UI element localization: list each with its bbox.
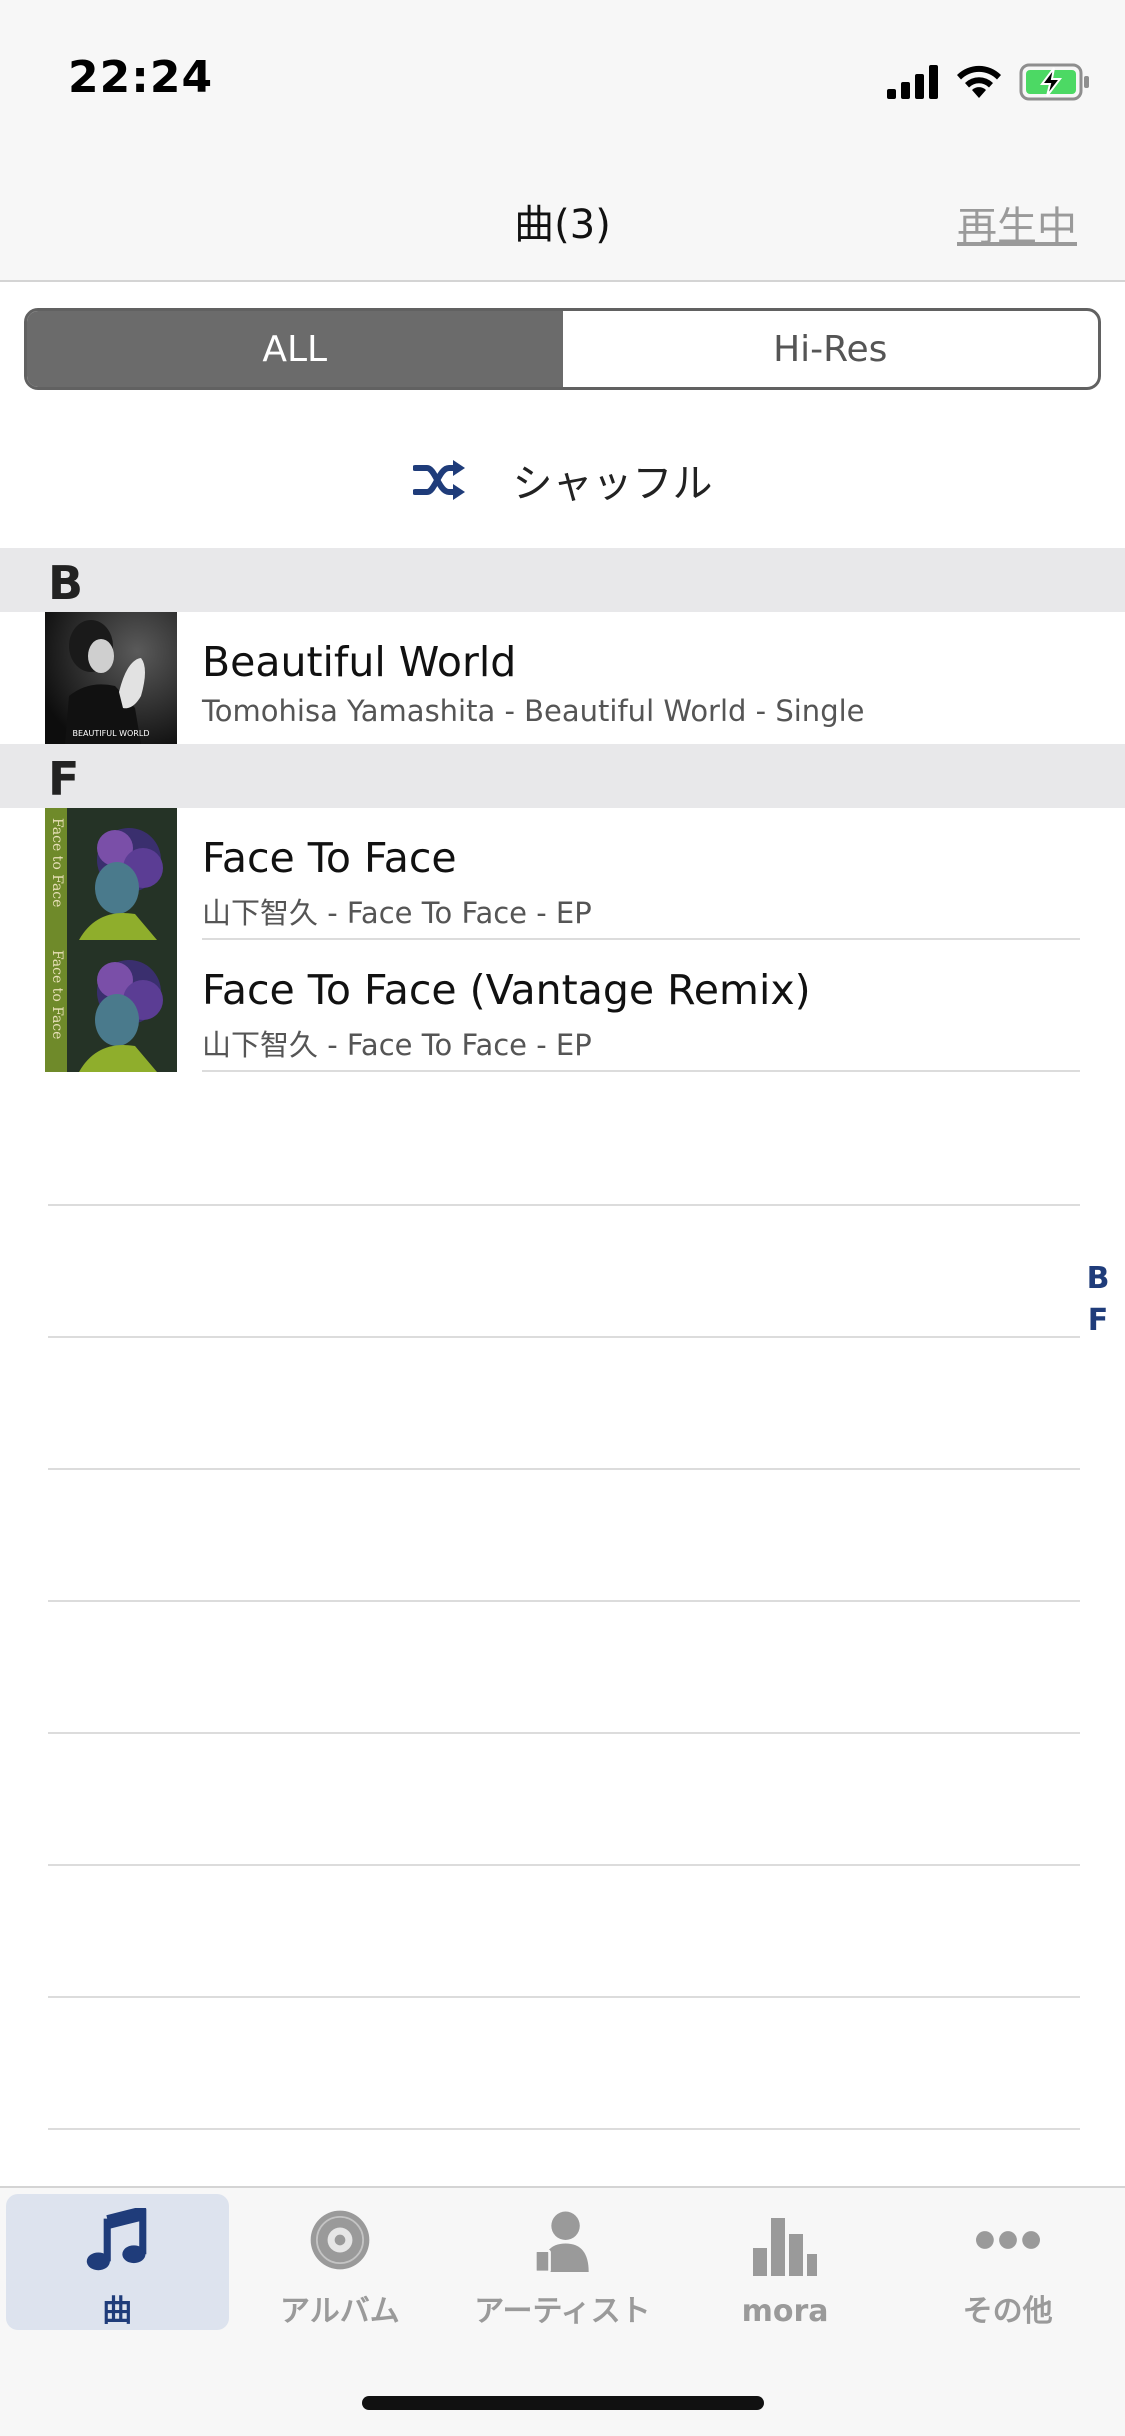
album-art: Face to Face <box>45 940 177 1072</box>
tab-albums[interactable]: アルバム <box>229 2194 452 2330</box>
section-letter: B <box>48 556 84 610</box>
song-row[interactable]: Face to Face Face To Face 山下智久 - Face To… <box>0 808 1125 940</box>
battery-charging-icon <box>1019 63 1089 101</box>
song-row[interactable]: BEAUTIFUL WORLD Beautiful World Tomohisa… <box>0 612 1125 744</box>
tab-artists[interactable]: アーティスト <box>451 2194 674 2330</box>
status-icons <box>887 62 1091 102</box>
tab-songs[interactable]: 曲 <box>6 2194 229 2330</box>
song-subtitle: 山下智久 - Face To Face - EP <box>202 1028 592 1062</box>
tab-label: アーティスト <box>474 2294 651 2329</box>
section-header-b: B <box>0 548 1125 612</box>
mora-icon <box>753 2218 818 2276</box>
navigation-bar: 曲(3) 再生中 <box>0 160 1125 282</box>
index-letter-b[interactable]: B <box>1083 1258 1113 1300</box>
shuffle-label: シャッフル <box>512 461 713 507</box>
song-title: Face To Face (Vantage Remix) <box>202 966 811 1014</box>
disc-icon <box>310 2210 370 2270</box>
empty-row-divider <box>48 1468 1080 1470</box>
now-playing-button[interactable]: 再生中 <box>957 194 1077 252</box>
album-art-caption: Face to Face <box>49 950 65 1039</box>
song-subtitle: Tomohisa Yamashita - Beautiful World - S… <box>202 694 865 728</box>
tab-mora[interactable]: mora <box>674 2194 897 2330</box>
status-time: 22:24 <box>68 52 214 103</box>
album-art: BEAUTIFUL WORLD <box>45 612 177 744</box>
tab-label: その他 <box>962 2294 1053 2329</box>
more-icon <box>975 2231 1040 2249</box>
shuffle-icon <box>412 460 465 500</box>
tab-label: 曲 <box>102 2294 133 2329</box>
artist-icon <box>534 2211 590 2272</box>
filter-segmented-control: ALL Hi-Res <box>24 308 1101 390</box>
album-art: Face to Face <box>45 808 177 940</box>
empty-row-divider <box>48 2128 1080 2130</box>
tab-label: mora <box>741 2294 829 2329</box>
song-title: Beautiful World <box>202 638 517 686</box>
song-subtitle: 山下智久 - Face To Face - EP <box>202 896 592 930</box>
cellular-signal-icon <box>887 65 938 99</box>
music-note-icon <box>87 2208 147 2271</box>
section-letter: F <box>48 752 80 806</box>
segment-all[interactable]: ALL <box>27 311 563 387</box>
empty-row-divider <box>48 1732 1080 1734</box>
status-bar: 22:24 <box>0 0 1125 160</box>
row-divider <box>202 1070 1080 1072</box>
wifi-icon <box>957 65 1001 98</box>
index-letter-f[interactable]: F <box>1083 1300 1113 1342</box>
tab-more[interactable]: その他 <box>896 2194 1119 2330</box>
empty-row-divider <box>48 1204 1080 1206</box>
empty-row-divider <box>48 1600 1080 1602</box>
song-row[interactable]: Face to Face Face To Face (Vantage Remix… <box>0 940 1125 1072</box>
album-art-caption: BEAUTIFUL WORLD <box>73 729 150 738</box>
empty-row-divider <box>48 1336 1080 1338</box>
tab-label: アルバム <box>280 2294 400 2329</box>
home-indicator <box>362 2396 764 2410</box>
shuffle-button[interactable]: シャッフル <box>0 440 1125 520</box>
song-title: Face To Face <box>202 834 457 882</box>
segment-hires[interactable]: Hi-Res <box>563 311 1099 387</box>
album-art-caption: Face to Face <box>49 818 65 907</box>
empty-row-divider <box>48 1996 1080 1998</box>
empty-row-divider <box>48 1864 1080 1866</box>
section-index: B F <box>1083 1258 1113 1342</box>
section-header-f: F <box>0 744 1125 808</box>
